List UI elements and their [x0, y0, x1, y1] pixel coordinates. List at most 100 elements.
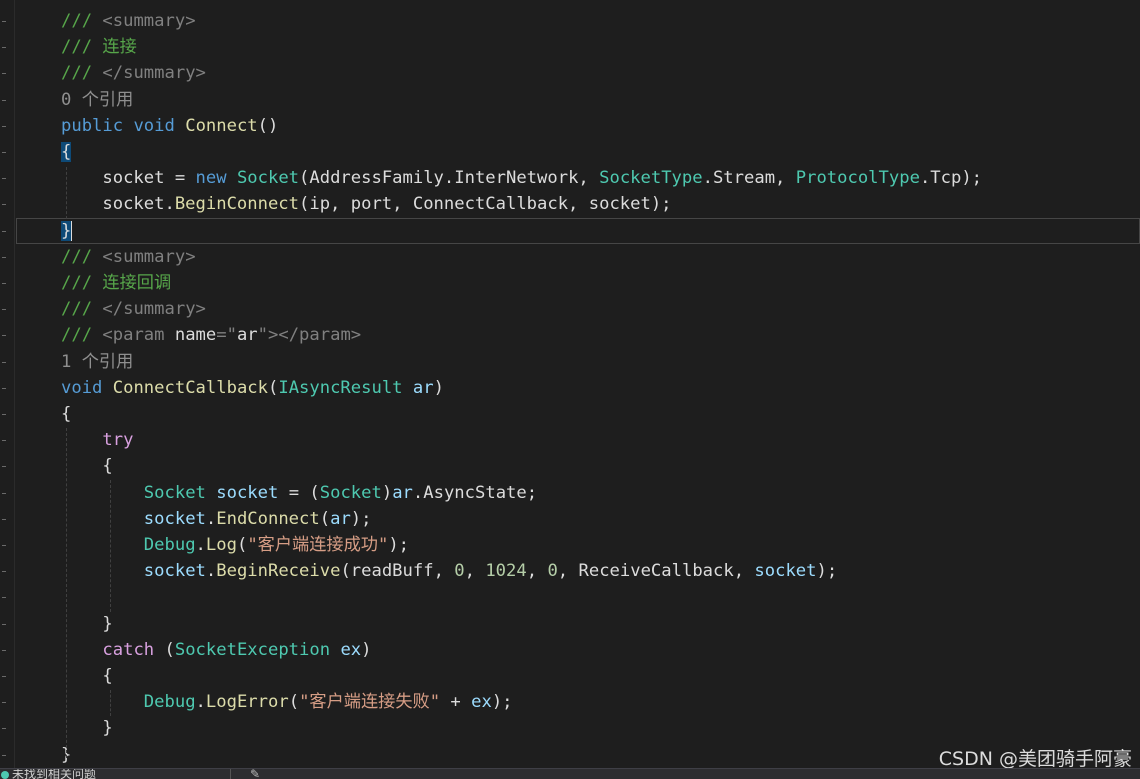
code-token: public	[61, 115, 124, 136]
code-token: )	[361, 639, 372, 660]
code-line: }	[61, 611, 112, 637]
indent-guide	[66, 428, 67, 758]
code-token: ConnectCallback	[112, 377, 268, 398]
code-token: )	[433, 377, 444, 398]
brush-icon[interactable]: ✎	[250, 769, 260, 779]
code-token: /// 连接	[61, 37, 137, 58]
gutter-mark	[2, 178, 6, 180]
code-token: )	[381, 482, 393, 503]
code-token: BeginConnect	[174, 194, 300, 215]
gutter-mark	[2, 361, 6, 363]
code-token: (	[288, 692, 300, 713]
code-token: (	[267, 377, 279, 398]
code-line: /// <summary>	[61, 244, 196, 270]
code-token: void	[133, 115, 175, 136]
code-line: void ConnectCallback(IAsyncResult ar)	[61, 375, 444, 401]
gutter-mark	[2, 73, 6, 75]
status-text: 未找到相关问题	[12, 768, 97, 779]
code-token: );	[491, 692, 513, 713]
code-token: LogError	[205, 692, 289, 713]
code-line: /// </summary>	[61, 60, 206, 86]
code-line: socket.BeginConnect(ip, port, ConnectCal…	[61, 191, 671, 217]
code-token: "></param>	[257, 325, 362, 346]
code-token: 0	[547, 561, 558, 582]
gutter-mark	[2, 99, 6, 101]
gutter-mark	[2, 518, 6, 520]
gutter-mark	[2, 152, 6, 153]
code-token: BeginReceive	[216, 561, 341, 582]
gutter-mark	[2, 571, 6, 573]
gutter-mark	[2, 230, 6, 232]
code-line: public void Connect()	[61, 113, 278, 139]
indent-guide	[110, 690, 111, 716]
code-token: );	[388, 535, 410, 555]
code-token: .	[195, 692, 206, 713]
code-line: /// 连接回调	[61, 270, 171, 296]
code-token: );	[816, 561, 838, 582]
gutter-mark	[2, 702, 6, 704]
code-token: Socket	[319, 482, 382, 503]
gutter-mark	[2, 256, 6, 258]
code-token: "客户端连接成功"	[247, 535, 389, 555]
code-token: socket	[143, 561, 206, 582]
code-token: </summary>	[102, 63, 206, 84]
code-token: .Tcp);	[919, 168, 983, 189]
code-token: name	[174, 325, 217, 346]
code-line: Debug.Log("客户端连接成功");	[61, 532, 409, 558]
code-token: {	[61, 404, 72, 424]
editor-gutter	[0, 0, 15, 768]
code-editor[interactable]: /// <summary>/// 连接/// </summary> 0 个引用 pu…	[0, 0, 1140, 768]
code-line: /// </summary>	[61, 296, 206, 322]
code-token: Debug	[143, 535, 196, 555]
code-line: 0 个引用	[61, 87, 133, 113]
gutter-mark	[2, 309, 6, 311]
code-token: ar	[412, 377, 434, 398]
code-token: (	[319, 508, 331, 529]
code-token: <summary>	[102, 11, 196, 31]
code-token: 0 个引用	[61, 89, 134, 110]
code-line: /// <param name="ar"></param>	[61, 322, 361, 348]
code-token: }	[61, 220, 72, 241]
code-line: 1 个引用	[61, 349, 133, 375]
code-token: .	[205, 508, 217, 529]
code-line: }	[61, 218, 73, 244]
code-line: try	[61, 427, 133, 453]
code-token: new	[195, 168, 227, 189]
code-token: ///	[61, 63, 103, 84]
code-token: .Stream,	[702, 168, 796, 189]
code-token: ar	[236, 325, 258, 346]
indent-guide	[66, 167, 67, 219]
code-token: 1024	[485, 561, 527, 582]
code-token: ,	[464, 561, 486, 582]
code-line: socket.BeginReceive(readBuff, 0, 1024, 0…	[61, 558, 837, 584]
code-token: {	[61, 142, 72, 162]
code-token: ,	[526, 561, 548, 582]
code-token: 1 个引用	[61, 351, 134, 372]
code-token: ()	[257, 115, 279, 136]
code-line: /// <summary>	[61, 8, 196, 34]
code-token: catch	[102, 639, 155, 660]
code-token: ///	[61, 325, 103, 346]
code-token: (	[236, 535, 248, 555]
code-token: socket	[216, 482, 279, 503]
gutter-mark	[2, 754, 6, 756]
code-token: (readBuff,	[340, 561, 455, 582]
code-token: .AsyncState;	[412, 482, 538, 503]
code-token: EndConnect	[216, 508, 320, 529]
status-bar: 未找到相关问题 ✎	[0, 768, 1140, 779]
code-token: ar	[392, 482, 413, 503]
code-token: IAsyncResult	[278, 377, 403, 398]
indent-guide	[110, 480, 111, 612]
code-token: Socket	[236, 168, 300, 189]
code-token: ar	[330, 508, 351, 529]
code-token: .	[195, 535, 206, 555]
